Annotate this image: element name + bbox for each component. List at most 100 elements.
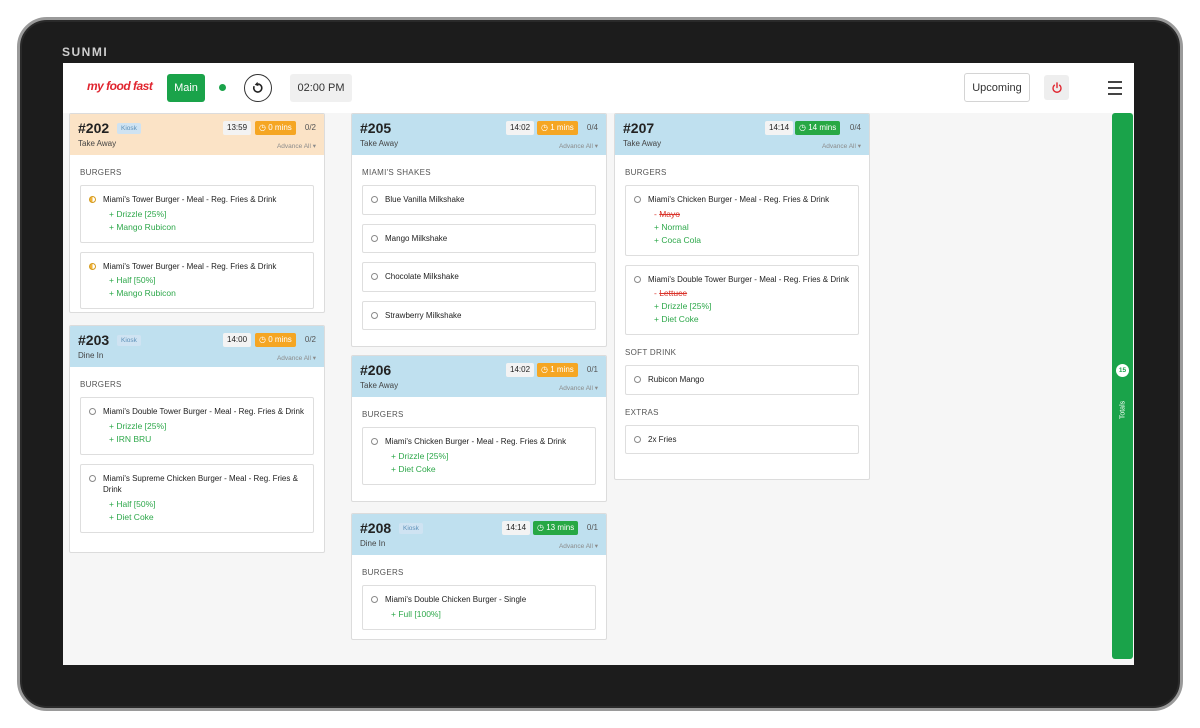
- item-status-radio[interactable]: [371, 234, 378, 242]
- tablet-frame: SUNMI my food fast Main 02:00 PM Upcomin…: [17, 17, 1183, 711]
- totals-side-tab[interactable]: 15 Totals: [1112, 113, 1133, 659]
- order-number: #202: [78, 120, 110, 136]
- modifier: + Normal: [654, 221, 689, 232]
- order-type: Dine In: [78, 351, 104, 360]
- order-card-208[interactable]: #208 Kiosk Dine In 14:14 ◷ 13 mins 0/1 A…: [351, 513, 607, 640]
- item-name: Blue Vanilla Milkshake: [385, 195, 465, 204]
- advance-all-button[interactable]: Advance All ▾: [559, 142, 598, 150]
- order-item[interactable]: Miami's Tower Burger - Meal - Reg. Fries…: [80, 251, 314, 309]
- elapsed-timer: ◷ 14 mins: [795, 121, 841, 135]
- advance-all-button[interactable]: Advance All ▾: [277, 354, 316, 362]
- modifier: + Drizzle [25%]: [109, 420, 167, 431]
- modifier-text: Lettuce: [659, 288, 688, 298]
- item-status-radio[interactable]: [634, 275, 641, 283]
- modifier: + Full [100%]: [391, 608, 441, 619]
- elapsed-timer-value: 1 mins: [550, 365, 574, 374]
- order-item[interactable]: Miami's Double Chicken Burger - Single +…: [362, 585, 596, 630]
- item-name: Miami's Tower Burger - Meal - Reg. Fries…: [103, 195, 277, 204]
- kitchen-display-screen: my food fast Main 02:00 PM Upcoming #202…: [63, 63, 1134, 665]
- item-status-radio[interactable]: [634, 435, 641, 443]
- item-count: 0/4: [586, 123, 598, 132]
- section-title: BURGERS: [362, 568, 404, 577]
- modifier-text: IRN BRU: [116, 433, 152, 444]
- order-item[interactable]: Strawberry Milkshake: [362, 300, 596, 330]
- menu-icon-line: [1108, 93, 1122, 95]
- section-title: BURGERS: [80, 168, 122, 177]
- item-status-radio[interactable]: [89, 408, 96, 415]
- order-item[interactable]: Blue Vanilla Milkshake: [362, 185, 596, 215]
- order-number: #207: [623, 120, 655, 136]
- refresh-icon: [252, 81, 263, 93]
- item-name: Miami's Double Tower Burger - Meal - Reg…: [648, 274, 849, 284]
- order-item[interactable]: 2x Fries: [625, 424, 859, 454]
- modifier: + Drizzle [25%]: [654, 301, 712, 311]
- item-status-radio[interactable]: [634, 196, 641, 203]
- elapsed-timer: ◷ 0 mins: [255, 333, 296, 347]
- modifier-text: Drizzle [25%]: [116, 420, 167, 431]
- menu-icon-line: [1108, 81, 1122, 83]
- kiosk-badge: Kiosk: [117, 123, 141, 134]
- order-time: 14:02: [506, 363, 535, 377]
- item-name: Mango Milkshake: [385, 233, 448, 243]
- modifier-text: Full [100%]: [398, 608, 441, 619]
- order-number: #203: [78, 332, 110, 348]
- item-status-radio[interactable]: [371, 196, 378, 203]
- item-status-radio[interactable]: [371, 273, 378, 280]
- modifier: + Mango Rubicon: [109, 288, 176, 298]
- kiosk-badge: Kiosk: [399, 523, 423, 534]
- modifier: + Half [50%]: [109, 498, 156, 509]
- advance-all-button[interactable]: Advance All ▾: [559, 384, 598, 392]
- item-status-radio[interactable]: [89, 262, 96, 270]
- modifier-removed: - Lettuce: [654, 288, 688, 298]
- order-item[interactable]: Miami's Tower Burger - Meal - Reg. Fries…: [80, 185, 314, 243]
- order-card-205[interactable]: #205 Take Away 14:02 ◷ 1 mins 0/4 Advanc…: [351, 113, 607, 347]
- order-item[interactable]: Rubicon Mango: [625, 365, 859, 395]
- modifier-removed: - Mayo: [654, 208, 680, 219]
- order-number: #205: [360, 120, 392, 136]
- order-item[interactable]: Miami's Chicken Burger - Meal - Reg. Fri…: [625, 185, 859, 256]
- order-item[interactable]: Mango Milkshake: [362, 223, 596, 253]
- item-count: 0/2: [304, 123, 316, 132]
- item-status-radio[interactable]: [89, 196, 96, 203]
- order-item[interactable]: Miami's Double Tower Burger - Meal - Reg…: [625, 264, 859, 335]
- order-type: Take Away: [360, 381, 399, 390]
- modifier: + Diet Coke: [654, 314, 699, 324]
- item-count: 0/1: [586, 365, 598, 374]
- modifier-text: Drizzle [25%]: [398, 450, 449, 461]
- item-status-radio[interactable]: [634, 376, 641, 383]
- order-item[interactable]: Miami's Chicken Burger - Meal - Reg. Fri…: [362, 427, 596, 485]
- order-item[interactable]: Miami's Supreme Chicken Burger - Meal - …: [80, 463, 314, 533]
- order-card-202[interactable]: #202 Kiosk Take Away 13:59 ◷ 0 mins 0/2 …: [69, 113, 325, 313]
- item-status-radio[interactable]: [89, 474, 96, 482]
- advance-all-label: Advance All: [558, 385, 593, 392]
- modifier-text: Half [50%]: [116, 498, 156, 509]
- modifier-text: Half [50%]: [116, 275, 156, 285]
- advance-all-button[interactable]: Advance All ▾: [277, 142, 316, 150]
- item-status-radio[interactable]: [371, 596, 378, 603]
- upcoming-button[interactable]: Upcoming: [964, 73, 1030, 102]
- section-title: EXTRAS: [625, 407, 659, 417]
- modifier: + Coca Cola: [654, 234, 702, 245]
- modifier-text: Drizzle [25%]: [116, 208, 167, 219]
- item-name: Miami's Chicken Burger - Meal - Reg. Fri…: [385, 437, 567, 446]
- order-time: 14:14: [765, 121, 794, 135]
- advance-all-button[interactable]: Advance All ▾: [822, 142, 861, 150]
- order-item[interactable]: Chocolate Milkshake: [362, 262, 596, 292]
- item-name: Rubicon Mango: [648, 375, 705, 384]
- order-time: 14:02: [506, 121, 535, 135]
- totals-count-badge: 15: [1116, 364, 1129, 377]
- advance-all-button[interactable]: Advance All ▾: [559, 542, 598, 550]
- main-button[interactable]: Main: [167, 74, 205, 102]
- modifier: + Drizzle [25%]: [109, 208, 167, 219]
- order-card-207[interactable]: #207 Take Away 14:14 ◷ 14 mins 0/4 Advan…: [614, 113, 870, 480]
- order-number: #208: [360, 520, 392, 536]
- item-status-radio[interactable]: [371, 438, 378, 445]
- order-card-203[interactable]: #203 Kiosk Dine In 14:00 ◷ 0 mins 0/2 Ad…: [69, 325, 325, 553]
- hamburger-menu-button[interactable]: [1108, 81, 1122, 95]
- item-name: Miami's Tower Burger - Meal - Reg. Fries…: [103, 261, 277, 271]
- order-item[interactable]: Miami's Double Tower Burger - Meal - Reg…: [80, 397, 314, 455]
- item-status-radio[interactable]: [371, 311, 378, 319]
- order-card-206[interactable]: #206 Take Away 14:02 ◷ 1 mins 0/1 Advanc…: [351, 355, 607, 502]
- power-button[interactable]: [1044, 75, 1069, 100]
- refresh-button[interactable]: [244, 74, 272, 102]
